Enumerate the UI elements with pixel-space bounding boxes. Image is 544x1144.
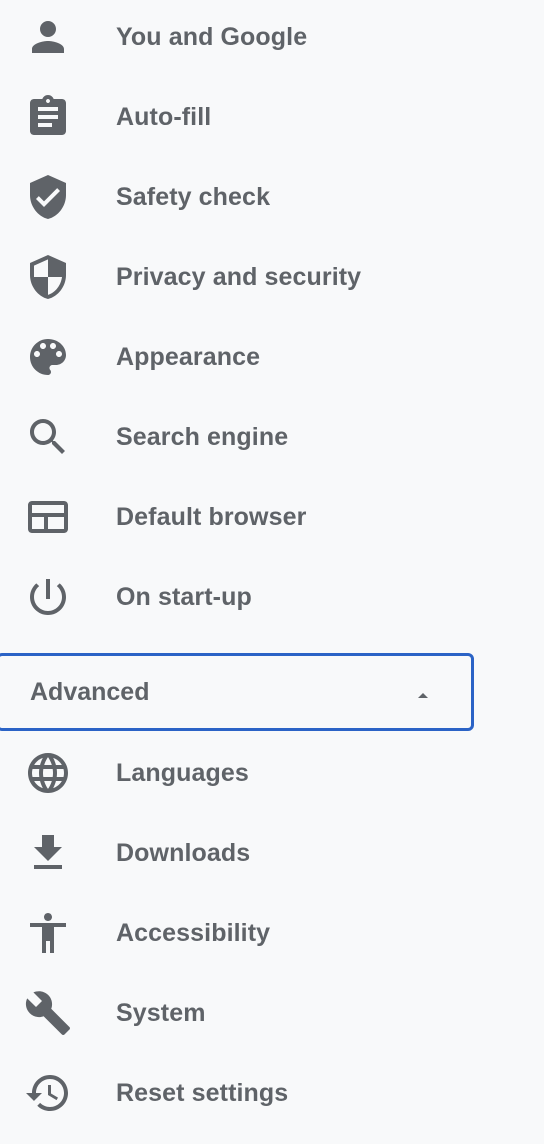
menu-item-label: Downloads: [116, 838, 251, 867]
menu-item-default-browser[interactable]: Default browser: [0, 477, 544, 557]
menu-item-label: Default browser: [116, 502, 307, 531]
menu-item-accessibility[interactable]: Accessibility: [0, 893, 544, 973]
globe-icon: [24, 749, 72, 797]
shield-check-icon: [24, 173, 72, 221]
shield-half-icon: [24, 253, 72, 301]
download-icon: [24, 829, 72, 877]
menu-item-search-engine[interactable]: Search engine: [0, 397, 544, 477]
browser-window-icon: [24, 493, 72, 541]
menu-item-safety-check[interactable]: Safety check: [0, 157, 544, 237]
menu-item-label: Reset settings: [116, 1078, 289, 1107]
power-icon: [24, 573, 72, 621]
restore-icon: [24, 1069, 72, 1117]
person-icon: [24, 13, 72, 61]
menu-item-label: Accessibility: [116, 918, 271, 947]
menu-item-auto-fill[interactable]: Auto-fill: [0, 77, 544, 157]
menu-item-downloads[interactable]: Downloads: [0, 813, 544, 893]
menu-item-label: Auto-fill: [116, 102, 212, 131]
settings-sidebar: You and Google Auto-fill Safety check Pr…: [0, 0, 544, 1144]
menu-item-appearance[interactable]: Appearance: [0, 317, 544, 397]
triangle-up-icon: [411, 683, 435, 707]
wrench-icon: [24, 989, 72, 1037]
menu-item-reset-settings[interactable]: Reset settings: [0, 1053, 544, 1133]
menu-item-on-start-up[interactable]: On start-up: [0, 557, 544, 637]
menu-item-label: Safety check: [116, 182, 271, 211]
search-icon: [24, 413, 72, 461]
menu-item-label: Search engine: [116, 422, 289, 451]
menu-item-label: You and Google: [116, 22, 308, 51]
menu-item-label: Privacy and security: [116, 262, 362, 291]
advanced-label: Advanced: [30, 677, 150, 706]
menu-item-label: Appearance: [116, 342, 261, 371]
menu-item-privacy-and-security[interactable]: Privacy and security: [0, 237, 544, 317]
menu-item-you-and-google[interactable]: You and Google: [0, 0, 544, 77]
accessibility-icon: [24, 909, 72, 957]
clipboard-icon: [24, 93, 72, 141]
menu-item-label: System: [116, 998, 206, 1027]
advanced-toggle-button[interactable]: Advanced: [0, 653, 474, 731]
menu-item-label: Languages: [116, 758, 249, 787]
menu-item-system[interactable]: System: [0, 973, 544, 1053]
palette-icon: [24, 333, 72, 381]
menu-item-label: On start-up: [116, 582, 252, 611]
menu-item-languages[interactable]: Languages: [0, 733, 544, 813]
